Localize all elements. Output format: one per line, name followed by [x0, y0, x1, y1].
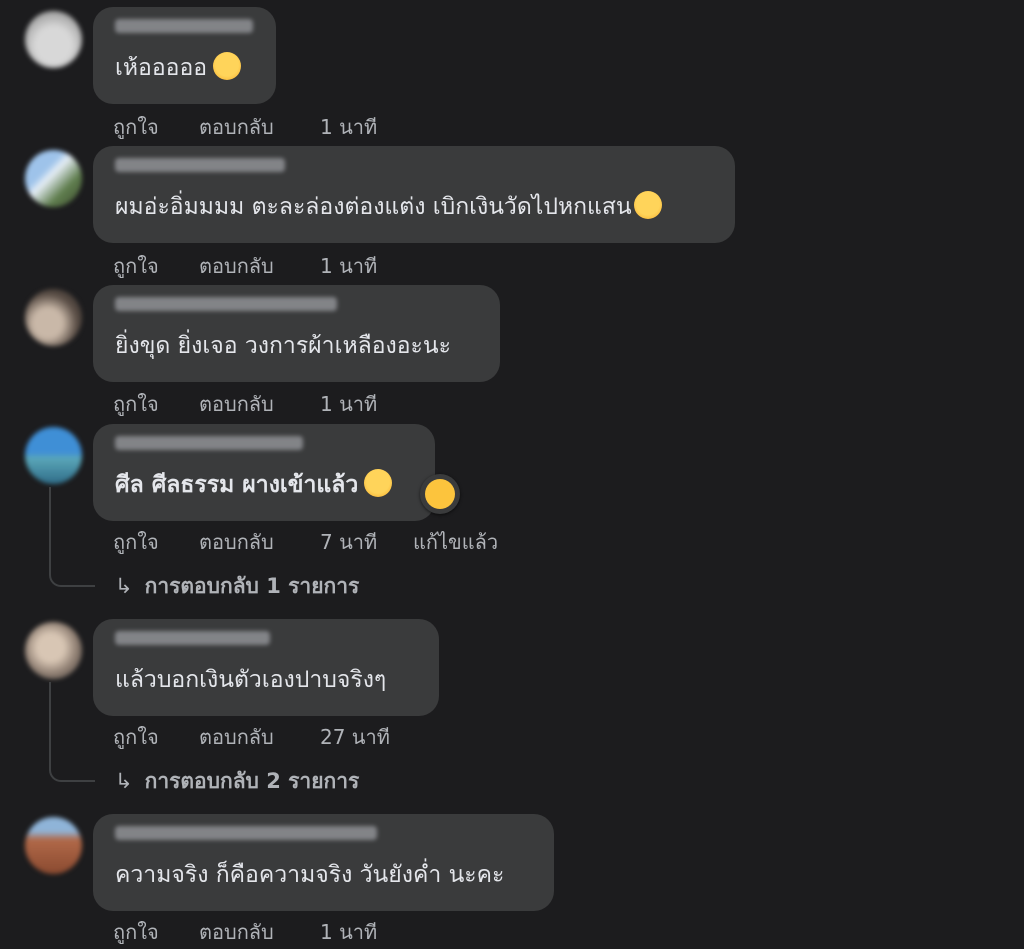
reply-arrow-icon: ↳ — [115, 769, 133, 793]
reply-link[interactable]: ตอบกลับ — [199, 916, 274, 948]
comment-text: ผมอ่ะอิ่มมมม ตะละล่องต่องแต่ง เบิกเงินวั… — [115, 190, 662, 222]
commenter-name-blurred[interactable] — [115, 19, 253, 33]
reply-link[interactable]: ตอบกลับ — [199, 526, 274, 558]
thread-connector — [49, 487, 95, 587]
avatar[interactable] — [25, 817, 82, 874]
like-link[interactable]: ถูกใจ — [113, 250, 159, 282]
comment-timestamp[interactable]: 1 นาที — [320, 111, 377, 143]
pensive-face-emoji — [213, 51, 242, 80]
comment-bubble: ยิ่งขุด ยิ่งเจอ วงการผ้าเหลืองอะนะ — [93, 285, 500, 382]
view-replies-link[interactable]: ↳ การตอบกลับ 2 รายการ — [115, 765, 359, 798]
comment-timestamp[interactable]: 1 นาที — [320, 250, 377, 282]
comment-timestamp[interactable]: 27 นาที — [320, 721, 390, 753]
view-replies-link[interactable]: ↳ การตอบกลับ 1 รายการ — [115, 570, 359, 603]
avatar[interactable] — [25, 289, 82, 346]
rolling-laughing-emoji — [364, 468, 393, 497]
reply-link[interactable]: ตอบกลับ — [199, 111, 274, 143]
like-link[interactable]: ถูกใจ — [113, 111, 159, 143]
reply-link[interactable]: ตอบกลับ — [199, 388, 274, 420]
avatar[interactable] — [25, 150, 82, 207]
comment-bubble: แล้วบอกเงินตัวเองปาบจริงๆ — [93, 619, 439, 716]
reply-arrow-icon: ↳ — [115, 574, 133, 598]
comment-text: แล้วบอกเงินตัวเองปาบจริงๆ — [115, 667, 387, 693]
like-link[interactable]: ถูกใจ — [113, 526, 159, 558]
reply-link[interactable]: ตอบกลับ — [199, 721, 274, 753]
laughing-reaction-icon[interactable] — [420, 474, 460, 514]
comment-text: เห้อออออ — [115, 51, 242, 83]
commenter-name-blurred[interactable] — [115, 826, 377, 840]
comment-bubble: เห้อออออ — [93, 7, 276, 104]
comment-bubble: ความจริง ก็คือความจริง วันยังค่ำ นะคะ — [93, 814, 554, 911]
comment-timestamp[interactable]: 1 นาที — [320, 916, 377, 948]
like-link[interactable]: ถูกใจ — [113, 916, 159, 948]
comment-text: ยิ่งขุด ยิ่งเจอ วงการผ้าเหลืองอะนะ — [115, 333, 451, 359]
comment-bubble: ศีล ศีลธรรม ผางเข้าแล้ว — [93, 424, 435, 521]
comment-bubble: ผมอ่ะอิ่มมมม ตะละล่องต่องแต่ง เบิกเงินวั… — [93, 146, 735, 243]
grinning-sweat-emoji — [633, 190, 662, 219]
thread-connector — [49, 682, 95, 782]
commenter-name-blurred[interactable] — [115, 297, 337, 311]
edited-label[interactable]: แก้ไขแล้ว — [413, 526, 498, 558]
like-link[interactable]: ถูกใจ — [113, 721, 159, 753]
comment-text: ศีล ศีลธรรม ผางเข้าแล้ว — [115, 468, 393, 500]
comment-timestamp[interactable]: 7 นาที — [320, 526, 377, 558]
avatar[interactable] — [25, 11, 82, 68]
comment-timestamp[interactable]: 1 นาที — [320, 388, 377, 420]
like-link[interactable]: ถูกใจ — [113, 388, 159, 420]
reply-link[interactable]: ตอบกลับ — [199, 250, 274, 282]
commenter-name-blurred[interactable] — [115, 631, 270, 645]
commenter-name-blurred[interactable] — [115, 436, 303, 450]
comment-text: ความจริง ก็คือความจริง วันยังค่ำ นะคะ — [115, 862, 505, 888]
avatar[interactable] — [25, 427, 82, 484]
commenter-name-blurred[interactable] — [115, 158, 285, 172]
avatar[interactable] — [25, 622, 82, 679]
